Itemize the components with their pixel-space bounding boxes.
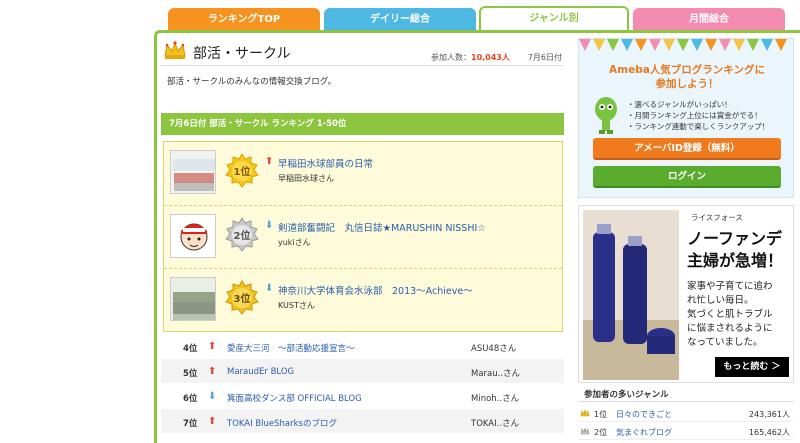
blog-author[interactable]: TOKAI..さん [471,417,519,429]
ad-body-line: なっていました。 [687,337,763,348]
ranking-row: 5位 ⬆ MaraudEr BLOG Marau..さん [161,359,564,384]
promo-bullet: ・月間ランキング上位には賞金がでる！ [627,111,762,120]
medal-rank-text: 1位 [234,165,251,178]
read-more-button[interactable]: もっと読む ＞ [715,357,789,377]
crown-icon [580,409,590,417]
blog-title-link[interactable]: 愛産大三河 ～部活動応援宣言～ [227,342,355,354]
tab-by-genre[interactable]: ジャンル別 [479,6,629,32]
ameba-promo-box: Ameba人気ブログランキングに 参加しよう！ ・選べるジャンルがいっぱい！ ・… [578,38,794,198]
promo-bullets: ・選べるジャンルがいっぱい！ ・月間ランキング上位には賞金がでる！ ・ランキング… [627,99,769,132]
group-photo-icon [171,278,215,320]
ad-headline-line2: 主婦が急増！ [687,251,784,270]
bronze-medal-icon: 3位 [225,280,259,315]
promo-bullet: ・ランキング連動で楽しくランクアップ！ [627,122,770,131]
ad-headline-line1: ノーファンデ [687,229,783,248]
genre-link[interactable]: 日々のできごと [616,409,672,420]
genre-count: 243,361人 [748,410,790,419]
genre-rank: 1位 [594,410,608,419]
rank-position: 7位 [183,419,198,429]
tab-monthly-overall[interactable]: 月間総合 [633,8,785,32]
blog-thumbnail[interactable] [170,277,216,321]
rank-position: 4位 [183,344,198,354]
ranking-row: 7位 ⬆ TOKAI BlueSharksのブログ TOKAI..さん [161,409,564,434]
blog-title-link[interactable]: 神奈川大学体育会水泳部 2013～Achieve～ [278,283,473,297]
blog-title-link[interactable]: MaraudEr BLOG [227,367,294,377]
blog-title-link[interactable]: 早稲田水球部員の日常 [278,156,373,170]
ad-headline: ノーファンデ 主婦が急増！ [687,228,783,272]
participant-label: 参加人数： [431,53,471,62]
blog-title-link[interactable]: 剣道部奮闘記 丸信日誌★MARUSHIN NISSHI☆ [278,220,486,234]
ad-body: 家事や子育てに追わ れ忙しい毎日。 気づくと肌トラブル に悩まされるように なっ… [687,280,773,350]
genre-description: 部活・サークルのみんなの情報交換ブログ。 [167,77,337,87]
blog-author[interactable]: Marau..さん [471,367,520,379]
ranking-list: 4位 ⬆ 愛産大三河 ～部活動応援宣言～ ASU48さん 5位 ⬆ Maraud… [161,334,564,434]
rank-position: 5位 [183,369,198,379]
trend-down-icon: ⬇ [265,283,274,294]
crown-icon [164,41,186,59]
blog-author[interactable]: KUSTさん [278,300,315,311]
trend-down-icon: ⬇ [208,391,217,402]
trend-up-icon: ⬆ [208,366,217,377]
ad-brand: ライスフォース [691,213,743,222]
trend-up-icon: ⬆ [208,416,217,427]
genre-link[interactable]: 気まぐれブログ [616,427,672,438]
participant-count: 参加人数：10,043人 [431,52,510,63]
genre-count: 165,462人 [748,428,790,437]
ad-body-line: 家事や子育てに追わ [687,281,773,292]
ranking-date: 7月6日付 [527,53,562,62]
popular-genre-row: 1位 日々のできごと 243,361人 [578,406,794,422]
rank-position: 6位 [183,394,198,404]
trend-down-icon: ⬇ [265,220,274,231]
top-rank-item: 2位 ⬇ 剣道部奮闘記 丸信日誌★MARUSHIN NISSHI☆ yukiさん [164,205,562,267]
popular-genres-header: 参加者の多いジャンル [578,388,794,402]
bunting-flags-icon [579,39,787,51]
promo-title-line1: Ameba人気ブログランキングに [609,64,765,76]
register-button[interactable]: アメーバID登録（無料） [593,138,781,160]
ranking-header: 7月6日付 部活・サークル ランキング 1-50位 [161,113,564,135]
promo-bullet: ・選べるジャンルがいっぱい！ [627,100,732,109]
medal-rank-text: 3位 [234,292,251,305]
ranking-row: 6位 ⬇ 箕面高校ダンス部 OFFICIAL BLOG Minoh..さん [161,384,564,409]
ad-body-line: れ忙しい毎日。 [687,295,754,306]
blog-author[interactable]: Minoh..さん [471,392,519,404]
gold-medal-icon: 1位 [225,153,259,188]
genre-header-section: 部活・サークル 参加人数：10,043人 7月6日付 部活・サークルのみんなの情… [161,36,564,87]
blog-thumbnail[interactable] [170,150,216,194]
genre-header: 部活・サークル 参加人数：10,043人 7月6日付 [161,36,564,66]
blog-author[interactable]: 早稲田水球さん [278,173,334,184]
ranking-row: 4位 ⬆ 愛産大三河 ～部活動応援宣言～ ASU48さん [161,334,564,359]
blog-author[interactable]: ASU48さん [471,342,516,354]
trend-up-icon: ⬆ [208,341,217,352]
ad-body-line: 気づくと肌トラブル [687,309,773,320]
top-rank-item: 1位 ⬆ 早稲田水球部員の日常 早稲田水球さん [164,142,562,204]
ranking-tabs: ランキングTOP デイリー総合 ジャンル別 月間総合 [168,6,786,32]
tab-ranking-top[interactable]: ランキングTOP [168,8,320,32]
silver-medal-icon: 2位 [225,217,259,252]
login-button[interactable]: ログイン [593,166,781,188]
blog-thumbnail[interactable] [170,214,216,258]
ad-body-line: に悩まされるように [687,323,773,334]
top-rank-item: 3位 ⬇ 神奈川大学体育会水泳部 2013～Achieve～ KUSTさん [164,268,562,330]
blog-author[interactable]: yukiさん [278,237,311,248]
popular-genre-row: 2位 気まぐれブログ 165,462人 [578,424,794,440]
top3-box: 1位 ⬆ 早稲田水球部員の日常 早稲田水球さん 2位 ⬇ 剣道部奮闘記 丸信日誌… [163,141,563,332]
tab-daily-overall[interactable]: デイリー総合 [324,8,476,32]
blog-title-link[interactable]: TOKAI BlueSharksのブログ [227,417,337,429]
trend-up-icon: ⬆ [265,156,274,167]
team-photo-icon [171,151,215,193]
page-title: 部活・サークル [193,46,291,62]
cosmetics-product-image [583,210,679,380]
advertisement[interactable]: ライスフォース ノーファンデ 主婦が急増！ 家事や子育てに追わ れ忙しい毎日。 … [578,205,794,383]
genre-rank: 2位 [594,428,608,437]
medal-rank-text: 2位 [234,229,251,242]
ameba-mascot-icon [595,97,617,134]
promo-title: Ameba人気ブログランキングに 参加しよう！ [579,63,793,91]
participant-number: 10,043人 [471,53,510,62]
crown-icon [580,427,590,435]
blog-title-link[interactable]: 箕面高校ダンス部 OFFICIAL BLOG [227,392,362,404]
kendo-avatar-icon [171,215,215,257]
promo-title-line2: 参加しよう！ [655,78,719,90]
